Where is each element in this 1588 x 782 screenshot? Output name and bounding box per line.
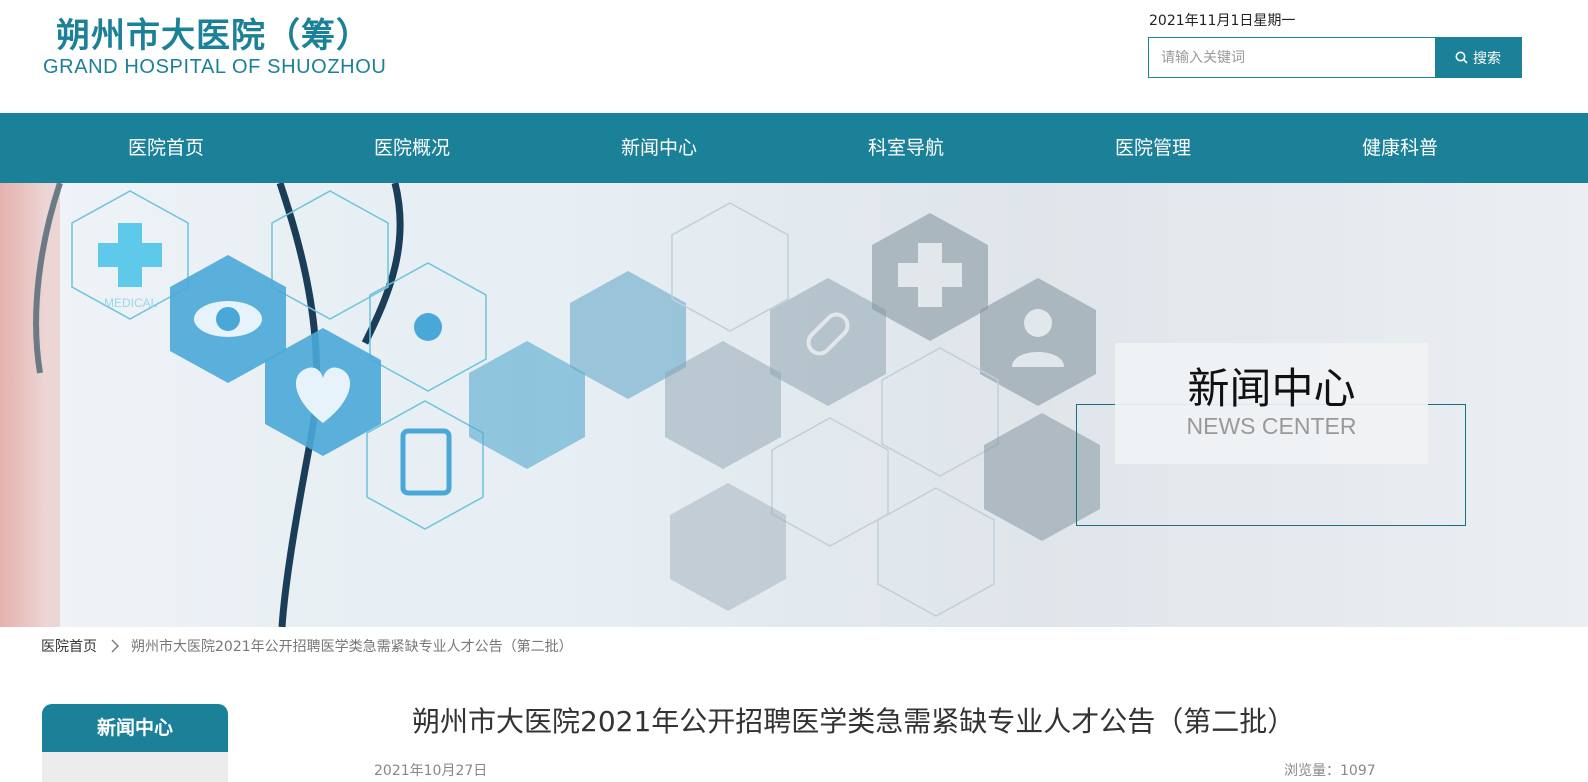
nav-item-management[interactable]: 医院管理: [1073, 113, 1233, 183]
virus-icon: [414, 313, 442, 341]
current-date: 2021年11月1日星期一: [1149, 13, 1296, 29]
nav-item-overview[interactable]: 医院概况: [332, 113, 492, 183]
breadcrumb-home[interactable]: 医院首页: [41, 636, 97, 656]
person-icon: [1024, 309, 1052, 337]
logo-subtitle: GRAND HOSPITAL OF SHUOZHOU: [43, 56, 387, 78]
banner-title-cn: 新闻中心: [1187, 364, 1356, 413]
search-input[interactable]: [1149, 38, 1435, 77]
search-button[interactable]: 搜索: [1435, 38, 1521, 77]
sidebar-subnav: [42, 752, 228, 782]
search-icon: [1455, 51, 1468, 64]
logo-title[interactable]: 朔州市大医院（筹）: [56, 8, 371, 57]
hex-gray: [670, 483, 786, 611]
main-nav: 医院首页 医院概况 新闻中心 科室导航 医院管理 健康科普: [0, 113, 1588, 183]
sidebar-heading: 新闻中心: [42, 704, 228, 752]
search-bar: 搜索: [1148, 37, 1522, 78]
hex-gray: [771, 417, 889, 547]
article-date: 2021年10月27日: [374, 763, 488, 779]
nav-item-home[interactable]: 医院首页: [86, 113, 246, 183]
sleeve-shape: [0, 183, 60, 627]
banner: MEDICAL 新闻中心 NEWS CENTER: [0, 183, 1588, 627]
chevron-right-icon: [111, 639, 119, 653]
nav-item-departments[interactable]: 科室导航: [826, 113, 986, 183]
hex-label: MEDICAL: [104, 296, 158, 310]
article-title: 朔州市大医院2021年公开招聘医学类急需紧缺专业人才公告（第二批）: [412, 705, 1296, 738]
cross-icon: [898, 263, 962, 287]
nav-item-health[interactable]: 健康科普: [1320, 113, 1480, 183]
search-button-label: 搜索: [1473, 50, 1501, 67]
eye-icon: [216, 307, 240, 331]
hex-gray: [877, 487, 995, 617]
banner-title-en: NEWS CENTER: [1186, 413, 1357, 439]
article-views: 浏览量：1097: [1284, 763, 1376, 779]
breadcrumb-current: 朔州市大医院2021年公开招聘医学类急需紧缺专业人才公告（第二批）: [131, 639, 573, 655]
cross-icon: [98, 243, 162, 267]
nav-item-news[interactable]: 新闻中心: [579, 113, 739, 183]
breadcrumb: 医院首页 朔州市大医院2021年公开招聘医学类急需紧缺专业人才公告（第二批）: [41, 635, 573, 657]
site-header: 朔州市大医院（筹） GRAND HOSPITAL OF SHUOZHOU 202…: [0, 0, 1588, 113]
banner-title-box: 新闻中心 NEWS CENTER: [1115, 343, 1428, 464]
